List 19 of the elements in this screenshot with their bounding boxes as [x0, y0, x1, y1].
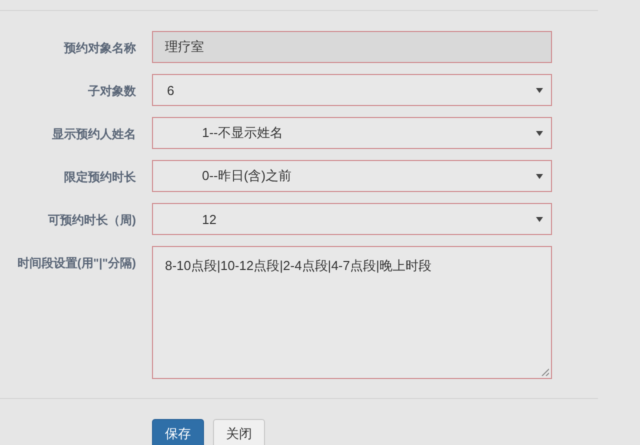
caret-icon: [536, 130, 543, 136]
select-field[interactable]: 12: [152, 203, 552, 235]
field-label: 可预约时长（周): [47, 212, 136, 229]
caret-icon: [536, 88, 543, 92]
caret-icon: [536, 216, 543, 222]
select-field[interactable]: 1--不显示姓名: [152, 117, 552, 149]
field-label: 限定预约时长: [63, 169, 136, 186]
resize-grip-icon[interactable]: [541, 368, 549, 376]
caret-icon: [536, 174, 543, 178]
field-label: 子对象数: [87, 83, 136, 100]
field-label: 显示预约人姓名: [51, 126, 136, 143]
close-button[interactable]: 关闭: [213, 419, 265, 445]
field-label: 预约对象名称: [62, 40, 136, 57]
name-field[interactable]: 理疗室: [152, 31, 552, 63]
text-area[interactable]: 8-10点段|10-12点段|2-4点段|4-7点段|晚上时段: [152, 246, 552, 379]
select-field[interactable]: 6: [152, 74, 552, 106]
field-label: 时间段设置(用"|"分隔): [16, 255, 136, 272]
save-button[interactable]: 保存: [152, 419, 204, 445]
select-field[interactable]: 0--昨日(含)之前: [152, 160, 552, 192]
